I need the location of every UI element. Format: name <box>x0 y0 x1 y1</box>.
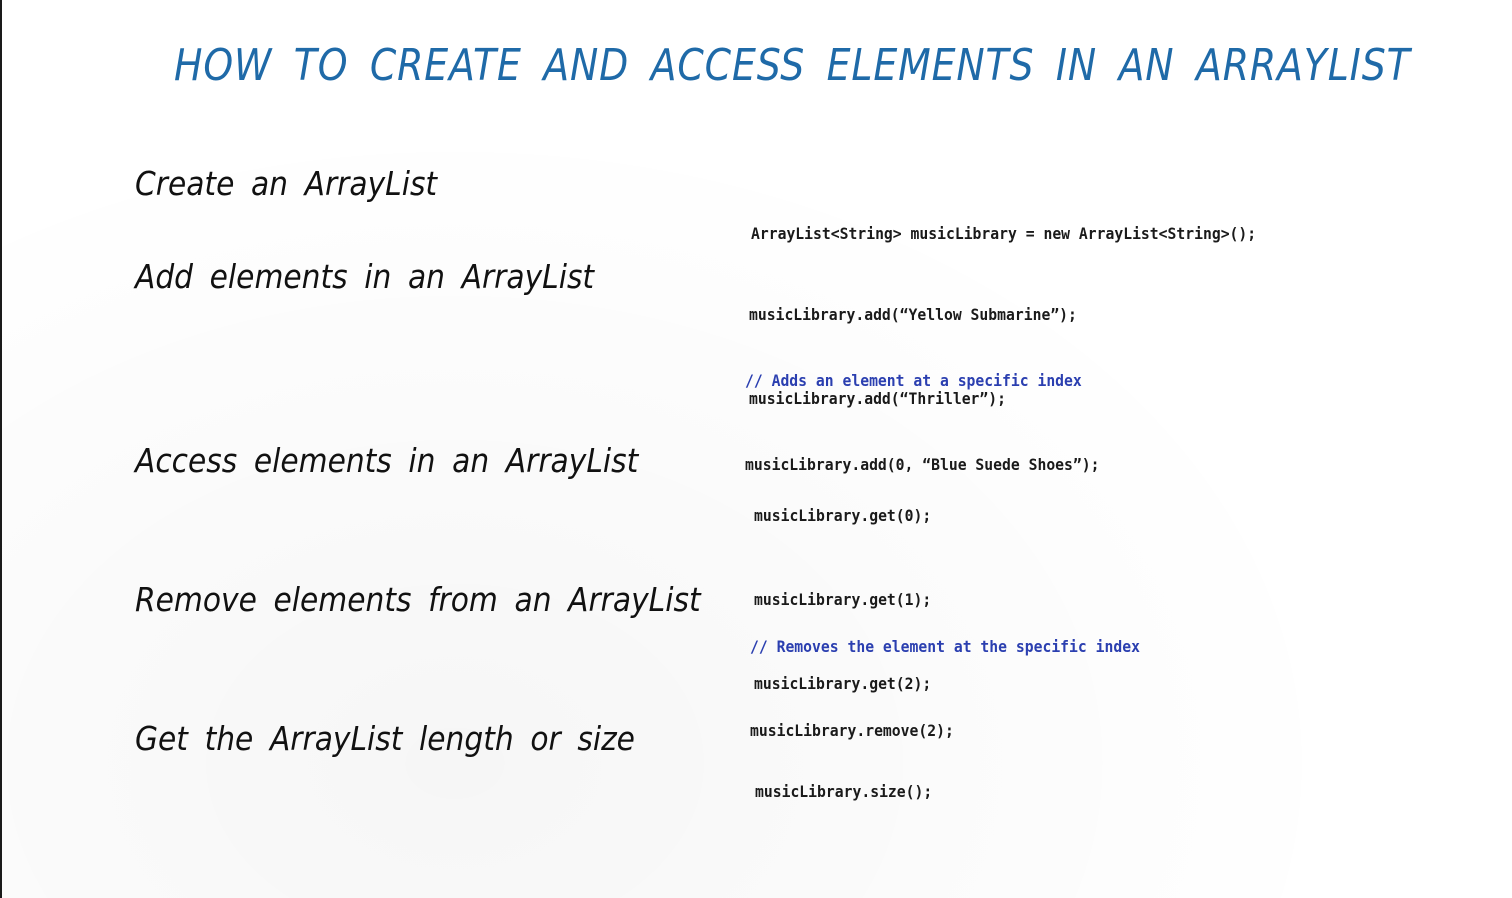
slide: HOW TO CREATE AND ACCESS ELEMENTS IN AN … <box>0 0 1512 898</box>
code-line: ArrayList<String> musicLibrary = new Arr… <box>751 224 1257 243</box>
add-label: Add elements in an ArrayList <box>135 257 595 296</box>
code-line: musicLibrary.get(0); <box>754 506 932 525</box>
code-line: musicLibrary.size(); <box>755 782 933 801</box>
access-label: Access elements in an ArrayList <box>135 441 639 480</box>
code-comment: // Adds an element at a specific index <box>745 371 1082 390</box>
slide-title: HOW TO CREATE AND ACCESS ELEMENTS IN AN … <box>174 40 1411 91</box>
size-code-block: musicLibrary.size(); <box>755 722 932 862</box>
size-label: Get the ArrayList length or size <box>135 719 635 758</box>
remove-label: Remove elements from an ArrayList <box>135 580 701 619</box>
create-label: Create an ArrayList <box>135 164 438 203</box>
code-comment: // Removes the element at the specific i… <box>750 637 1140 656</box>
